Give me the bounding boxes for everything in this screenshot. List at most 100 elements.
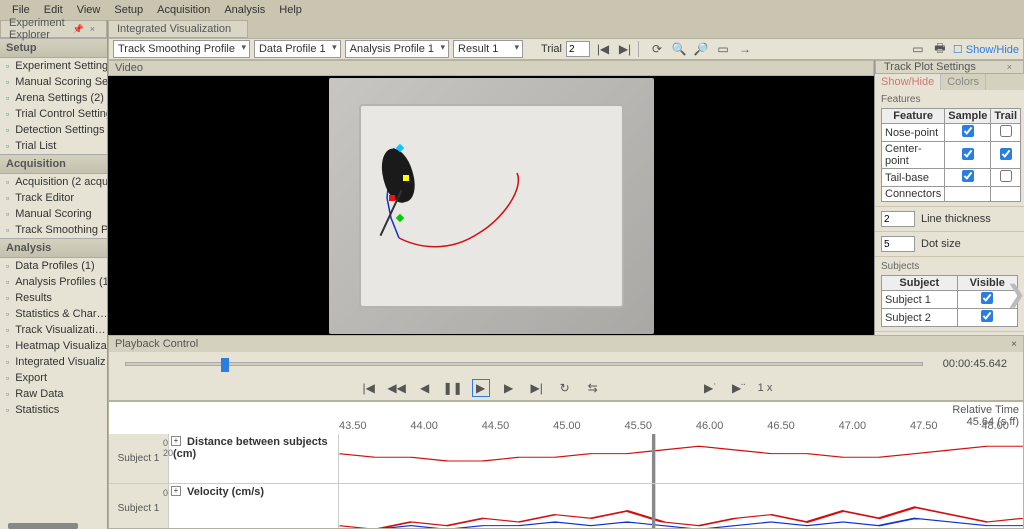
dot-size-input[interactable] — [881, 236, 915, 252]
menu-acquisition[interactable]: Acquisition — [151, 2, 216, 18]
feature-trail-check[interactable] — [1000, 125, 1012, 137]
subject-visible-check[interactable] — [981, 292, 993, 304]
side-item[interactable]: Results — [0, 290, 107, 306]
tab-colors[interactable]: Colors — [941, 74, 986, 90]
side-item[interactable]: Experiment Settings — [0, 58, 107, 74]
speed-down-icon[interactable]: ▶˙ — [702, 379, 720, 397]
print-icon[interactable]: 🖶 — [931, 40, 949, 58]
tail-base-marker — [389, 195, 395, 201]
skip-end-icon[interactable]: ▶| — [528, 379, 546, 397]
feature-sample-check[interactable] — [962, 170, 974, 182]
step-back-icon[interactable]: ◀ — [416, 379, 434, 397]
first-trial-icon[interactable]: |◀ — [594, 40, 612, 58]
side-item[interactable]: Manual Scoring Settin… — [0, 74, 107, 90]
menu-file[interactable]: File — [6, 2, 36, 18]
vis-tab-label: Integrated Visualization — [117, 23, 231, 35]
window-icon[interactable]: ▭ — [909, 40, 927, 58]
side-item[interactable]: Statistics — [0, 402, 107, 418]
menu-view[interactable]: View — [71, 2, 107, 18]
side-item[interactable]: Analysis Profiles (1) — [0, 274, 107, 290]
vis-tab[interactable]: Integrated Visualization — [108, 20, 248, 38]
close-icon[interactable]: × — [87, 24, 98, 34]
side-group[interactable]: Analysis — [0, 238, 107, 258]
side-item[interactable]: Trial Control Settings … — [0, 106, 107, 122]
side-item[interactable]: Data Profiles (1) — [0, 258, 107, 274]
refresh-icon[interactable]: ⟳ — [648, 40, 666, 58]
side-item[interactable]: Manual Scoring — [0, 206, 107, 222]
line-thickness-input[interactable] — [881, 211, 915, 227]
feature-row: Center-point — [882, 142, 1021, 169]
feature-sample-check[interactable] — [962, 148, 974, 160]
right-panel-title: Track Plot Settings× — [875, 60, 1024, 74]
menu-help[interactable]: Help — [273, 2, 308, 18]
feature-row: Connectors — [882, 187, 1021, 202]
feature-sample-check[interactable] — [962, 125, 974, 137]
side-item[interactable]: Export — [0, 370, 107, 386]
feature-row: Tail-base — [882, 169, 1021, 187]
zoom-out-icon[interactable]: 🔎 — [692, 40, 710, 58]
extra-marker — [395, 213, 403, 221]
side-item[interactable]: Integrated Visualiz… — [0, 354, 107, 370]
side-item[interactable]: Track Visualizati… — [0, 322, 107, 338]
rel-time-label: Relative Time — [952, 404, 1019, 416]
experiment-explorer: Experiment Explorer 📌 × SetupExperiment … — [0, 20, 108, 529]
line-thickness-label: Line thickness — [921, 213, 991, 225]
subject-visible-check[interactable] — [981, 310, 993, 322]
menubar[interactable]: File Edit View Setup Acquisition Analysi… — [0, 0, 1024, 20]
side-group[interactable]: Acquisition — [0, 154, 107, 174]
features-table: FeatureSampleTrail Nose-pointCenter-poin… — [881, 108, 1021, 202]
combo-dataprofile[interactable]: Data Profile 1 — [254, 40, 341, 58]
expand-arrow-icon[interactable]: ❯ — [1006, 280, 1024, 309]
menu-edit[interactable]: Edit — [38, 2, 69, 18]
pin-icon[interactable]: 📌 — [70, 24, 87, 35]
video-header: Video — [108, 60, 874, 76]
bottom-scroll-handle[interactable] — [8, 523, 78, 529]
menu-setup[interactable]: Setup — [108, 2, 149, 18]
subjects-heading: Subjects — [881, 261, 1018, 272]
side-item[interactable]: Detection Settings (… — [0, 122, 107, 138]
zoom-in-icon[interactable]: 🔍 — [670, 40, 688, 58]
side-item[interactable]: Heatmap Visualiza… — [0, 338, 107, 354]
side-group[interactable]: Setup — [0, 38, 107, 58]
step-fwd-icon[interactable]: ▶ — [500, 379, 518, 397]
chart-row: Subject 1+Distance between subjects (cm)… — [109, 434, 1023, 484]
x-axis-ticks: 43.5044.0044.5045.0045.5046.0046.5047.00… — [339, 420, 1009, 434]
side-item[interactable]: Track Editor — [0, 190, 107, 206]
snapshot-icon[interactable]: → — [736, 40, 754, 58]
playback-thumb[interactable] — [221, 358, 229, 372]
side-item[interactable]: Raw Data — [0, 386, 107, 402]
feature-trail-check[interactable] — [1000, 148, 1012, 160]
trial-label: Trial — [541, 43, 562, 55]
side-item[interactable]: Arena Settings (2) — [0, 90, 107, 106]
close-icon[interactable]: × — [1011, 339, 1017, 350]
sync-icon[interactable]: ⇆ — [584, 379, 602, 397]
tab-showhide[interactable]: Show/Hide — [875, 74, 941, 90]
side-item[interactable]: Statistics & Char… — [0, 306, 107, 322]
rewind-icon[interactable]: ◀◀ — [388, 379, 406, 397]
explorer-title-tab: Experiment Explorer 📌 × — [0, 20, 107, 38]
play-icon[interactable]: ▶ — [472, 379, 490, 397]
combo-result[interactable]: Result 1 — [453, 40, 523, 58]
expand-icon[interactable]: + — [171, 486, 181, 496]
side-item[interactable]: Acquisition (2 acquire… — [0, 174, 107, 190]
side-item[interactable]: Track Smoothing Profi… — [0, 222, 107, 238]
video-viewport[interactable] — [108, 76, 874, 335]
showhide-link[interactable]: ☐ Show/Hide — [953, 43, 1019, 56]
loop-icon[interactable]: ↻ — [556, 379, 574, 397]
playback-title: Playback Control — [115, 338, 198, 350]
last-trial-icon[interactable]: ▶| — [616, 40, 634, 58]
close-icon[interactable]: × — [1004, 62, 1015, 72]
combo-analysisprofile[interactable]: Analysis Profile 1 — [345, 40, 449, 58]
combo-smoothing[interactable]: Track Smoothing Profile — [113, 40, 250, 58]
menu-analysis[interactable]: Analysis — [218, 2, 271, 18]
skip-start-icon[interactable]: |◀ — [360, 379, 378, 397]
side-item[interactable]: Trial List — [0, 138, 107, 154]
playback-slider[interactable] — [125, 362, 923, 366]
fit-icon[interactable]: ▭ — [714, 40, 732, 58]
speed-up-icon[interactable]: ▶¨ — [730, 379, 748, 397]
trial-number[interactable] — [566, 41, 590, 57]
feature-trail-check[interactable] — [1000, 170, 1012, 182]
subject-row: Subject 1 — [882, 291, 1018, 309]
pause-icon[interactable]: ❚❚ — [444, 379, 462, 397]
playback-speed: 1 x — [758, 382, 773, 394]
